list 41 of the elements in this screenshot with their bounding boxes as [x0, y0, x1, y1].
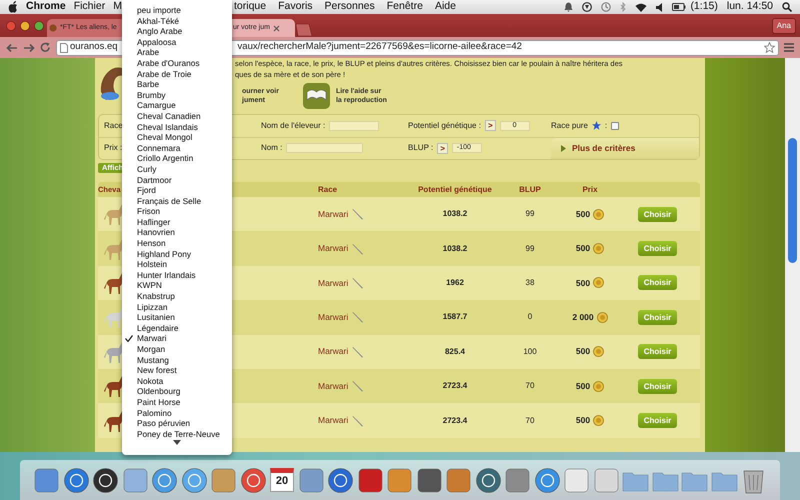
- potential-value: 1038.2: [442, 208, 468, 220]
- column-header: Potentiel génétique: [417, 184, 493, 196]
- battery-time: (1:15): [690, 0, 718, 14]
- price-value: 500: [576, 414, 590, 427]
- price-value: 2 000: [572, 310, 594, 324]
- field-label: Race: [104, 120, 123, 132]
- field-label: BLUP :: [408, 142, 434, 154]
- field-label: Race pure: [551, 120, 588, 132]
- race-text: Marwari: [318, 208, 348, 221]
- price-value: 500: [576, 345, 590, 358]
- potential-value: 1962: [445, 276, 465, 289]
- potential-value: 1587.7: [442, 311, 468, 324]
- race-text: Marwari: [318, 345, 348, 358]
- field-label: Nom de l'éleveur :: [261, 120, 326, 132]
- field-label: Potentiel génétique :: [408, 120, 481, 132]
- blup-value: 0: [526, 311, 534, 324]
- race-text: Marwari: [318, 276, 348, 290]
- blup-value: 99: [524, 242, 536, 255]
- blup-value: 99: [524, 208, 536, 220]
- blup-value: 70: [524, 380, 536, 392]
- price-value: 500: [576, 242, 590, 255]
- field-label: Nom :: [261, 142, 282, 154]
- column-header: BLUP: [518, 184, 542, 196]
- price-value: 500: [576, 276, 590, 290]
- blup-value: 38: [524, 276, 536, 289]
- column-header: Race: [318, 184, 338, 196]
- price-value: 500: [576, 380, 590, 393]
- race-text: Marwari: [318, 414, 348, 427]
- field-label: Prix :: [104, 142, 122, 154]
- field-label: :: [604, 120, 608, 132]
- potential-value: 2723.4: [442, 414, 468, 427]
- potential-value: 2723.4: [442, 380, 468, 392]
- potential-value: 1038.2: [442, 242, 468, 255]
- blup-value: 100: [522, 346, 538, 358]
- race-text: Marwari: [318, 242, 348, 255]
- price-value: 500: [576, 208, 590, 221]
- race-text: Marwari: [318, 380, 348, 393]
- potential-value: 825.4: [444, 346, 466, 358]
- column-header: Prix: [581, 184, 599, 196]
- race-text: Marwari: [318, 310, 348, 324]
- blup-value: 70: [524, 414, 536, 427]
